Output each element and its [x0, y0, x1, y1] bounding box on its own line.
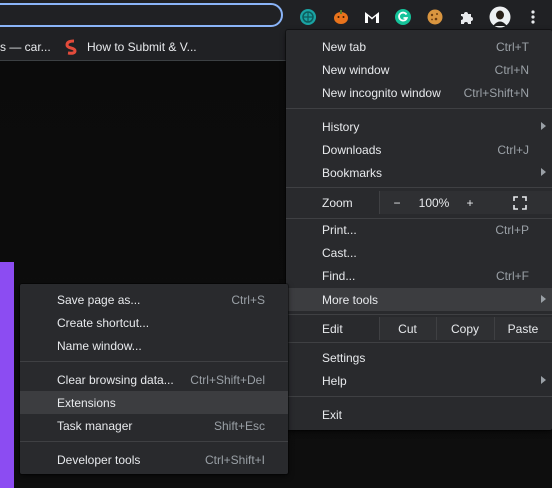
- submenu-developer-tools[interactable]: Developer tools Ctrl+Shift+I: [20, 448, 288, 471]
- menu-label: Cast...: [322, 245, 357, 260]
- cut-button[interactable]: Cut: [379, 317, 436, 340]
- menu-separator: [286, 342, 552, 343]
- menu-more-tools[interactable]: More tools: [286, 288, 552, 311]
- menu-label: New tab: [322, 39, 367, 54]
- submenu-task-manager[interactable]: Task manager Shift+Esc: [20, 414, 288, 437]
- menu-shortcut: Ctrl+P: [495, 222, 529, 237]
- menu-exit[interactable]: Exit: [286, 403, 552, 426]
- bookmark-item[interactable]: s — car...: [0, 40, 51, 54]
- menu-label: Bookmarks: [322, 165, 383, 180]
- menu-shortcut: Ctrl+Shift+Del: [190, 372, 265, 387]
- menu-shortcut: Shift+Esc: [213, 418, 265, 433]
- menu-shortcut: Ctrl+Shift+N: [463, 85, 529, 100]
- menu-label: Downloads: [322, 142, 382, 157]
- menu-shortcut: Ctrl+J: [497, 142, 529, 157]
- bookmark-item[interactable]: How to Submit & V...: [87, 40, 197, 54]
- zoom-level: 100%: [418, 195, 450, 210]
- submenu-save-page-as[interactable]: Save page as... Ctrl+S: [20, 288, 288, 311]
- profile-avatar[interactable]: [488, 5, 512, 29]
- menu-shortcut: Ctrl+N: [494, 62, 529, 77]
- submenu-arrow-icon: [541, 122, 546, 130]
- menu-label: Find...: [322, 268, 356, 283]
- menu-shortcut: Ctrl+Shift+I: [204, 452, 265, 467]
- menu-label: More tools: [322, 292, 379, 307]
- menu-edit-row: Edit Cut Copy Paste: [286, 317, 552, 340]
- menu-shortcut: Ctrl+S: [231, 292, 265, 307]
- cookie-extension-icon[interactable]: [425, 7, 445, 27]
- menu-label: Extensions: [57, 395, 116, 410]
- address-bar[interactable]: [0, 3, 283, 27]
- edit-label: Edit: [322, 322, 343, 336]
- browser-window: s — car... How to Submit & V... New tab …: [0, 0, 552, 488]
- menu-downloads[interactable]: Downloads Ctrl+J: [286, 138, 552, 161]
- menu-print[interactable]: Print... Ctrl+P: [286, 218, 552, 241]
- menu-new-window[interactable]: New window Ctrl+N: [286, 58, 552, 81]
- menu-find[interactable]: Find... Ctrl+F: [286, 264, 552, 287]
- globe-extension-icon[interactable]: [298, 7, 318, 27]
- gmail-extension-icon[interactable]: [362, 7, 382, 27]
- submenu-arrow-icon: [541, 376, 546, 384]
- menu-label: Name window...: [57, 338, 142, 353]
- menu-label: Clear browsing data...: [57, 372, 174, 387]
- menu-separator: [20, 361, 288, 362]
- grammarly-extension-icon[interactable]: [393, 7, 413, 27]
- submenu-clear-browsing-data[interactable]: Clear browsing data... Ctrl+Shift+Del: [20, 368, 288, 391]
- fullscreen-icon[interactable]: [508, 191, 532, 214]
- menu-separator: [20, 441, 288, 442]
- submenu-create-shortcut[interactable]: Create shortcut...: [20, 311, 288, 334]
- menu-label: History: [322, 119, 360, 134]
- menu-separator: [286, 314, 552, 315]
- pumpkin-extension-icon[interactable]: [331, 7, 351, 27]
- menu-zoom-row: Zoom − 100% +: [286, 191, 552, 214]
- menu-label: Settings: [322, 350, 366, 365]
- menu-label: Save page as...: [57, 292, 141, 307]
- menu-label: Help: [322, 373, 347, 388]
- zoom-out-button[interactable]: −: [386, 191, 408, 214]
- menu-label: Print...: [322, 222, 357, 237]
- puzzle-extensions-icon[interactable]: [457, 7, 477, 27]
- zoom-label: Zoom: [322, 196, 353, 210]
- menu-new-incognito-window[interactable]: New incognito window Ctrl+Shift+N: [286, 81, 552, 104]
- menu-label: Developer tools: [57, 452, 141, 467]
- menu-separator: [286, 396, 552, 397]
- menu-help[interactable]: Help: [286, 369, 552, 392]
- menu-separator: [286, 108, 552, 109]
- page-accent-strip: [0, 262, 14, 488]
- submenu-name-window[interactable]: Name window...: [20, 334, 288, 357]
- more-tools-submenu: Save page as... Ctrl+S Create shortcut..…: [20, 284, 288, 474]
- submenu-extensions[interactable]: Extensions: [20, 391, 288, 414]
- submenu-arrow-icon: [541, 295, 546, 303]
- zoom-in-button[interactable]: +: [460, 191, 480, 214]
- menu-cast[interactable]: Cast...: [286, 241, 552, 264]
- copy-button[interactable]: Copy: [436, 317, 494, 340]
- kebab-menu-icon[interactable]: [523, 7, 543, 27]
- browser-toolbar: [0, 0, 552, 34]
- menu-settings[interactable]: Settings: [286, 346, 552, 369]
- menu-shortcut: Ctrl+F: [496, 268, 529, 283]
- menu-label: Task manager: [57, 418, 133, 433]
- paste-button[interactable]: Paste: [494, 317, 552, 340]
- submenu-arrow-icon: [541, 168, 546, 176]
- menu-label: Create shortcut...: [57, 315, 150, 330]
- menu-separator: [286, 187, 552, 188]
- bookmark-favicon-icon: [64, 39, 78, 58]
- menu-new-tab[interactable]: New tab Ctrl+T: [286, 35, 552, 58]
- menu-label: Exit: [322, 407, 343, 422]
- menu-shortcut: Ctrl+T: [496, 39, 529, 54]
- menu-history[interactable]: History: [286, 115, 552, 138]
- menu-label: New incognito window: [322, 85, 441, 100]
- menu-label: New window: [322, 62, 390, 77]
- chrome-main-menu: New tab Ctrl+T New window Ctrl+N New inc…: [286, 30, 552, 430]
- menu-bookmarks[interactable]: Bookmarks: [286, 161, 552, 184]
